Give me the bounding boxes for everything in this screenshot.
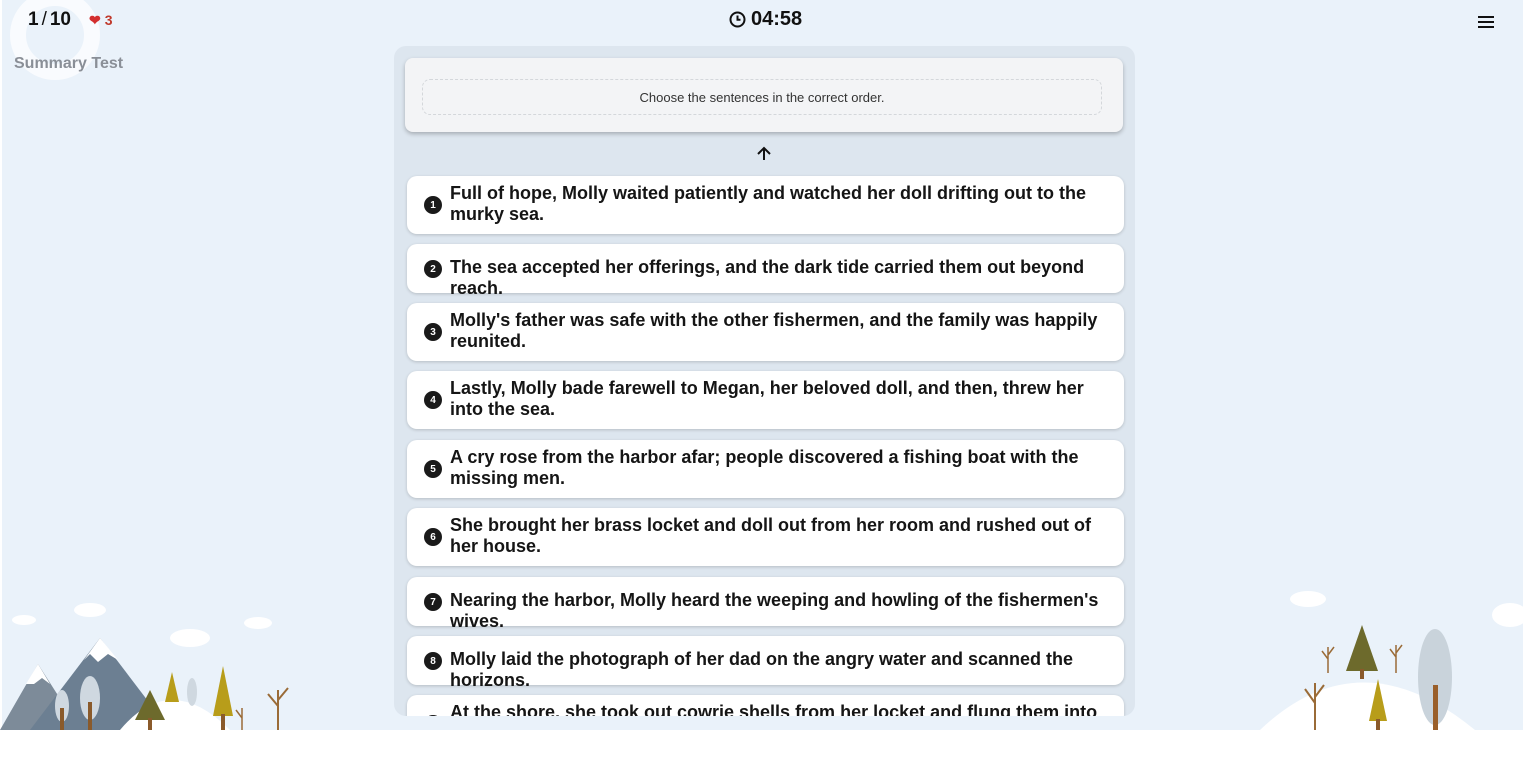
scroll-up-button[interactable] (754, 144, 774, 164)
sentence-option-5[interactable]: 5 A cry rose from the harbor afar; peopl… (407, 440, 1124, 498)
sentence-number-badge: 9 (424, 715, 442, 716)
winter-scene-right (1260, 591, 1523, 730)
clock-icon (729, 11, 746, 28)
lives-count: 3 (104, 12, 113, 28)
sentence-number-badge: 6 (424, 528, 442, 546)
test-title: Summary Test (14, 55, 124, 72)
sentence-option-1[interactable]: 1 Full of hope, Molly waited patiently a… (407, 176, 1124, 234)
question-counter: 1/10 (28, 9, 71, 31)
progress-current: 1 (28, 9, 39, 30)
hamburger-menu-icon (1478, 16, 1494, 28)
timer-value: 04:58 (751, 8, 803, 30)
sentence-option-8[interactable]: 8 Molly laid the photograph of her dad o… (407, 636, 1124, 690)
winter-scene-left (0, 603, 289, 730)
sentence-text: Full of hope, Molly waited patiently and… (450, 183, 1086, 224)
lives-indicator: ❤ 3 (89, 12, 113, 29)
progress-separator: / (41, 9, 47, 30)
timer: 04:58 (729, 8, 802, 31)
sentence-number-badge: 5 (424, 460, 442, 478)
sentence-number-badge: 7 (424, 593, 442, 611)
progress-total: 10 (49, 9, 71, 30)
sentence-text: She brought her brass locket and doll ou… (450, 515, 1092, 556)
heart-icon: ❤ (89, 12, 101, 28)
sentence-option-6[interactable]: 6 She brought her brass locket and doll … (407, 508, 1124, 566)
sentence-number-badge: 8 (424, 652, 442, 670)
footer-band (0, 730, 1523, 760)
sentence-text: At the shore, she took out cowrie shells… (450, 702, 1098, 716)
sentence-option-7[interactable]: 7 Nearing the harbor, Molly heard the we… (407, 577, 1124, 631)
arrow-up-icon (757, 146, 771, 160)
sentence-text: Molly laid the photograph of her dad on … (450, 649, 1074, 690)
sentence-text: Nearing the harbor, Molly heard the weep… (450, 590, 1099, 631)
sentence-number-badge: 4 (424, 391, 442, 409)
question-panel: Choose the sentences in the correct orde… (394, 46, 1135, 716)
instruction-text: Choose the sentences in the correct orde… (422, 79, 1102, 115)
instruction-card: Choose the sentences in the correct orde… (405, 58, 1123, 132)
sentence-number-badge: 3 (424, 323, 442, 341)
sentence-text: The sea accepted her offerings, and the … (450, 257, 1085, 298)
sentence-text: Molly's father was safe with the other f… (450, 310, 1098, 351)
sentence-text: Lastly, Molly bade farewell to Megan, he… (450, 378, 1084, 419)
sentence-text: A cry rose from the harbor afar; people … (450, 447, 1079, 488)
sentence-number-badge: 2 (424, 260, 442, 278)
sentence-option-3[interactable]: 3 Molly's father was safe with the other… (407, 303, 1124, 361)
sentence-number-badge: 1 (424, 196, 442, 214)
sentence-option-2[interactable]: 2 The sea accepted her offerings, and th… (407, 244, 1124, 298)
sentence-option-9[interactable]: 9 At the shore, she took out cowrie shel… (407, 695, 1124, 716)
menu-button[interactable] (1476, 12, 1498, 34)
sentence-option-4[interactable]: 4 Lastly, Molly bade farewell to Megan, … (407, 371, 1124, 429)
